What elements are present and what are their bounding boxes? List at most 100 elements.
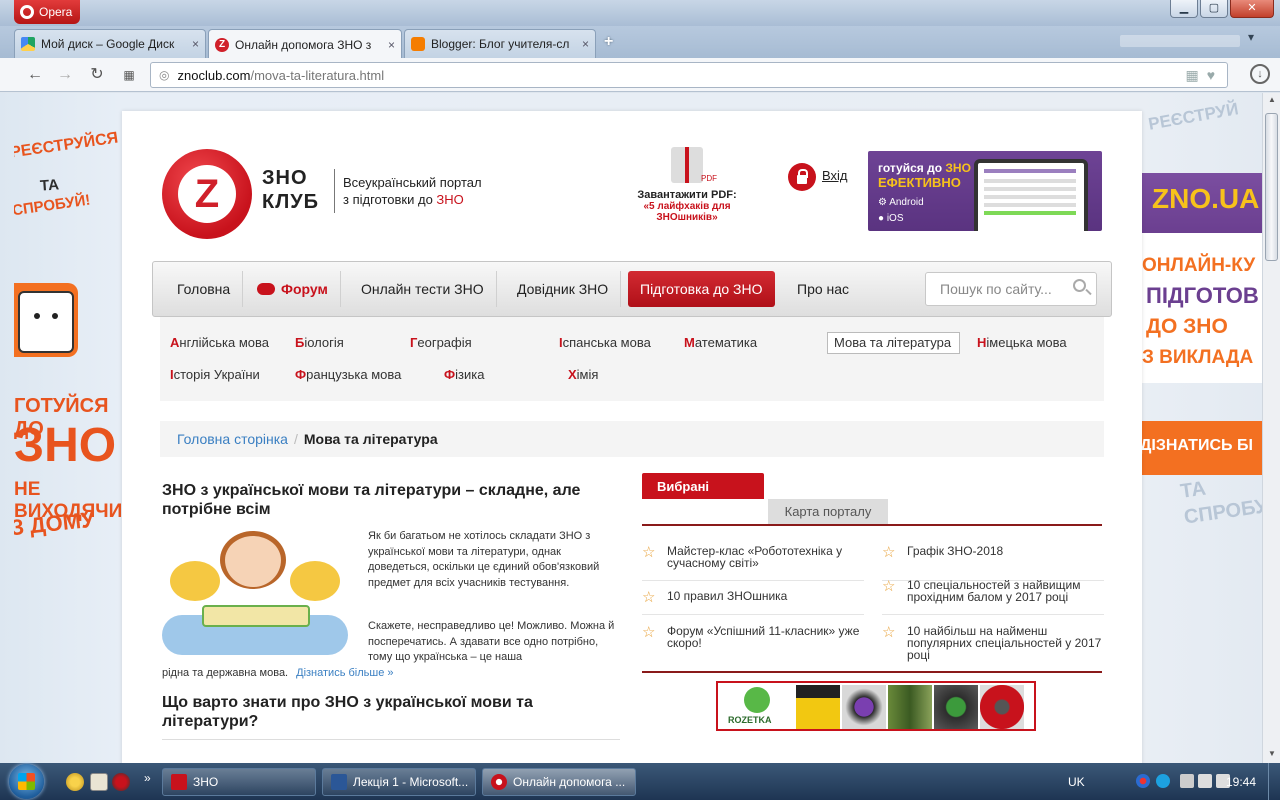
address-bar-actions: ▦ ♥ [1185, 67, 1215, 84]
right-side-ad[interactable]: РЕЄСТРУЙ ZNO.UA ОНЛАЙН-КУ ПІДГОТОВ ДО ЗН… [1142, 93, 1262, 763]
znoclub-favicon-icon: Z [215, 37, 229, 52]
ad-cta-label: ДІЗНАТИСЬ БІ [1142, 437, 1253, 454]
app-promo-banner[interactable]: готуйся до ЗНО ЕФЕКТИВНО ⚙ Android ● iOS [868, 151, 1102, 231]
rozetka-ad-banner[interactable]: ROZETKA [716, 681, 1036, 731]
subject-spanish[interactable]: Іспанська мова [559, 335, 651, 350]
nav-home[interactable]: Головна [165, 271, 244, 307]
pdf-download-link[interactable]: Завантажити PDF: «5 лайфхаків для ЗНОшни… [622, 147, 752, 223]
nav-handbook[interactable]: Довідник ЗНО [505, 271, 622, 307]
opera-menu-button[interactable]: Opera [14, 0, 81, 24]
subject-ukrainian-selected[interactable]: Мова та література [827, 332, 961, 354]
clock[interactable]: 19:44 [1226, 775, 1256, 789]
product-image [980, 685, 1024, 729]
taskbar-item-word[interactable]: Лекція 1 - Microsoft... [322, 768, 476, 796]
show-desktop-button[interactable] [1268, 763, 1280, 800]
minimize-button[interactable]: ▁ [1170, 0, 1198, 18]
girl-head-shape [220, 531, 286, 589]
tab-close-icon[interactable]: × [192, 37, 199, 51]
subject-french[interactable]: Французька мова [295, 367, 401, 382]
start-button[interactable] [4, 763, 50, 800]
ad-brand: ZNO.UA [1152, 183, 1260, 214]
heart-bookmark-icon[interactable]: ♥ [1207, 67, 1215, 84]
tab-znoclub[interactable]: Z Онлайн допомога ЗНО з × [208, 29, 402, 59]
vertical-scrollbar[interactable]: ▲ ▼ [1262, 93, 1280, 763]
word-icon [331, 774, 347, 790]
tab-close-icon[interactable]: × [582, 37, 589, 51]
maximize-button[interactable]: ▢ [1200, 0, 1228, 18]
tab-title: Мой диск – Google Диск [41, 37, 175, 51]
nav-online-tests[interactable]: Онлайн тести ЗНО [349, 271, 497, 307]
subject-chemistry[interactable]: Хімія [568, 367, 598, 382]
subject-english[interactable]: Англійська мова [170, 335, 269, 350]
subject-math[interactable]: Математика [684, 335, 757, 350]
opera-icon [491, 774, 507, 790]
nav-about[interactable]: Про нас [785, 271, 861, 307]
star-icon[interactable]: ☆ [642, 590, 655, 605]
login-link[interactable]: Вхід [822, 168, 848, 183]
nav-forum[interactable]: Форум [245, 271, 341, 307]
taskbar-item-opera[interactable]: Онлайн допомога ... [482, 768, 636, 796]
subject-physics[interactable]: Фізика [444, 367, 484, 382]
quicklaunch-icon[interactable] [66, 773, 84, 791]
breadcrumb-home[interactable]: Головна сторінка [177, 431, 288, 447]
tab-close-icon[interactable]: × [388, 38, 395, 52]
tab-favorites[interactable]: Вибрані [642, 473, 764, 499]
folder-icon [171, 774, 187, 790]
close-window-button[interactable]: ✕ [1230, 0, 1274, 18]
tab-google-drive[interactable]: Мой диск – Google Диск × [14, 29, 206, 58]
star-icon[interactable]: ☆ [882, 625, 895, 640]
new-tab-plus-icon[interactable]: + [604, 34, 618, 50]
favorite-item[interactable]: ☆ Графік ЗНО-2018 [882, 545, 1102, 560]
scroll-up-icon[interactable]: ▲ [1266, 95, 1278, 107]
tray-app-icon[interactable] [1136, 774, 1150, 788]
quicklaunch-icon[interactable] [90, 773, 108, 791]
favorite-item[interactable]: ☆ 10 спеціальностей з найвищим прохідним … [882, 579, 1102, 603]
skype-icon[interactable] [1156, 774, 1170, 788]
favorite-item[interactable]: ☆ Майстер-клас «Робототехніка у сучасному… [642, 545, 864, 569]
ad-text: ДО ЗНО [1146, 315, 1228, 338]
subject-label: нглійська мова [179, 335, 270, 350]
subject-geography[interactable]: Географія [410, 335, 472, 350]
tab-menu-chevron-icon[interactable]: ▾ [1248, 30, 1254, 44]
left-side-ad[interactable]: РЕЄСТРУЙСЯ ТА СПРОБУЙ! ГОТУЙСЯ ДО ЗНО НЕ… [14, 113, 122, 573]
network-icon[interactable] [1198, 774, 1212, 788]
reader-grid-icon[interactable]: ▦ [1185, 67, 1198, 84]
speed-dial-grid-icon[interactable]: ▦ [118, 64, 140, 86]
wing-shape [290, 561, 340, 601]
star-icon[interactable]: ☆ [882, 579, 895, 594]
star-icon[interactable]: ☆ [882, 545, 895, 560]
download-icon[interactable]: ↓ [1250, 64, 1270, 84]
language-indicator[interactable]: UK [1068, 775, 1085, 789]
flag-icon[interactable] [1180, 774, 1194, 788]
subject-german[interactable]: Німецька мова [977, 335, 1067, 350]
taskbar-item-zno[interactable]: ЗНО [162, 768, 316, 796]
favorite-item[interactable]: ☆ 10 найбільш на найменш популярних спеці… [882, 625, 1102, 661]
site-info-icon[interactable]: ◎ [159, 68, 169, 82]
read-more-link[interactable]: Дізнатись більше » [296, 667, 393, 679]
ad-text: РЕЄСТРУЙСЯ [14, 129, 120, 162]
star-icon[interactable]: ☆ [642, 545, 655, 560]
site-search-input[interactable]: Пошук по сайту... [925, 272, 1097, 306]
back-arrow-icon[interactable]: ← [24, 64, 46, 86]
ad-cta-button[interactable]: ДІЗНАТИСЬ БІ [1142, 421, 1262, 475]
search-icon[interactable] [1073, 279, 1086, 292]
more-chevron-icon[interactable]: » [144, 771, 151, 785]
address-bar[interactable]: ◎ znoclub.com/mova-ta-literatura.html ▦ … [150, 62, 1228, 88]
znoclub-logo[interactable]: Z [162, 149, 252, 239]
lock-icon[interactable] [788, 163, 816, 191]
scroll-down-icon[interactable]: ▼ [1266, 749, 1278, 761]
favorite-item[interactable]: ☆ Форум «Успішний 11-класник» уже скоро! [642, 625, 864, 649]
tab-site-map[interactable]: Карта порталу [768, 499, 888, 525]
subject-biology[interactable]: Біологія [295, 335, 344, 350]
favorite-item[interactable]: ☆ 10 правил ЗНОшника [642, 590, 864, 605]
article-paragraph-end: рідна та державна мова. Дізнатись більше … [162, 667, 622, 679]
scrollbar-thumb[interactable] [1265, 113, 1278, 261]
widget-divider [642, 671, 1102, 673]
reload-icon[interactable]: ↻ [86, 64, 108, 86]
forward-arrow-icon[interactable]: → [54, 64, 76, 86]
nav-preparation[interactable]: Підготовка до ЗНО [628, 271, 775, 307]
tab-blogger[interactable]: Blogger: Блог учителя-сл × [404, 29, 596, 58]
star-icon[interactable]: ☆ [642, 625, 655, 640]
subject-history[interactable]: Історія України [170, 367, 260, 382]
quicklaunch-icon[interactable] [112, 773, 130, 791]
